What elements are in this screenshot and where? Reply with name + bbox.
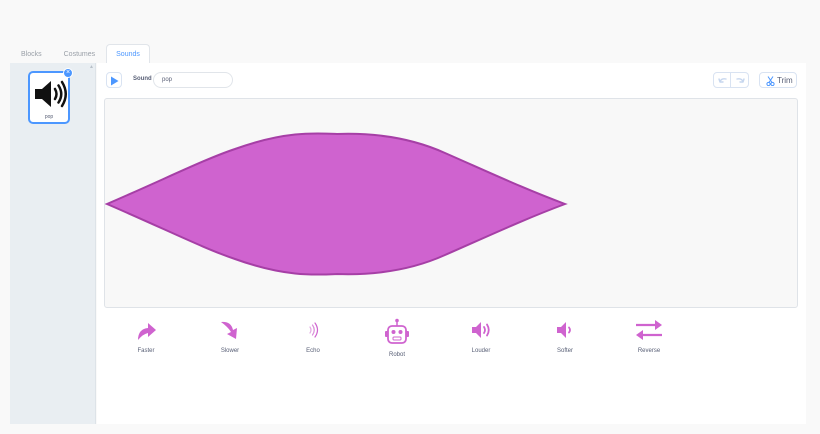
editor-tabs: Blocks Costumes Sounds xyxy=(10,44,150,64)
effect-faster[interactable]: Faster xyxy=(116,318,176,354)
effect-slower[interactable]: Slower xyxy=(200,318,260,354)
echo-icon xyxy=(309,322,319,338)
effect-echo-label: Echo xyxy=(306,348,320,354)
effect-louder[interactable]: Louder xyxy=(451,318,511,354)
undo-button[interactable] xyxy=(713,72,731,88)
louder-icon xyxy=(472,322,490,338)
waveform xyxy=(104,132,568,276)
sound-tile-label: pop xyxy=(44,114,54,120)
tab-costumes[interactable]: Costumes xyxy=(53,46,107,64)
tab-blocks[interactable]: Blocks xyxy=(10,46,53,64)
undo-redo-group xyxy=(713,72,749,88)
effect-louder-label: Louder xyxy=(471,348,491,354)
effect-reverse-label: Reverse xyxy=(637,348,661,354)
scroll-up-icon[interactable]: ▲ xyxy=(89,64,95,70)
effect-softer[interactable]: Softer xyxy=(535,318,595,354)
tab-sounds[interactable]: Sounds xyxy=(106,44,150,64)
redo-icon xyxy=(736,78,745,83)
scissors-icon xyxy=(766,76,775,86)
slower-icon xyxy=(221,321,237,339)
effects-bar: Faster Slower Echo Robot Louder Softer R… xyxy=(97,318,806,368)
effect-faster-label: Faster xyxy=(137,348,155,354)
sound-name-input[interactable] xyxy=(153,72,233,88)
play-icon xyxy=(111,76,119,86)
faster-icon xyxy=(138,323,156,340)
sound-editor: Sound Trim Faster xyxy=(97,63,806,424)
effect-robot[interactable]: Robot xyxy=(367,318,427,358)
sound-tile-pop[interactable]: pop × xyxy=(28,68,73,124)
reverse-icon xyxy=(636,320,662,340)
effect-robot-label: Robot xyxy=(388,352,405,358)
softer-icon xyxy=(557,322,571,338)
trim-label: Trim xyxy=(777,76,793,85)
effect-reverse[interactable]: Reverse xyxy=(619,318,679,354)
effect-slower-label: Slower xyxy=(220,348,240,354)
sound-name-label: Sound xyxy=(133,76,152,82)
effect-softer-label: Softer xyxy=(556,348,573,354)
undo-icon xyxy=(718,78,727,83)
redo-button[interactable] xyxy=(731,72,749,88)
trim-button[interactable]: Trim xyxy=(759,72,797,88)
effect-echo[interactable]: Echo xyxy=(283,318,343,354)
play-button[interactable] xyxy=(106,72,122,88)
sound-list-panel: pop × xyxy=(10,63,96,424)
waveform-area[interactable] xyxy=(104,98,798,308)
speaker-icon xyxy=(35,80,67,108)
delete-sound-button[interactable]: × xyxy=(63,68,73,78)
robot-icon xyxy=(385,318,409,344)
